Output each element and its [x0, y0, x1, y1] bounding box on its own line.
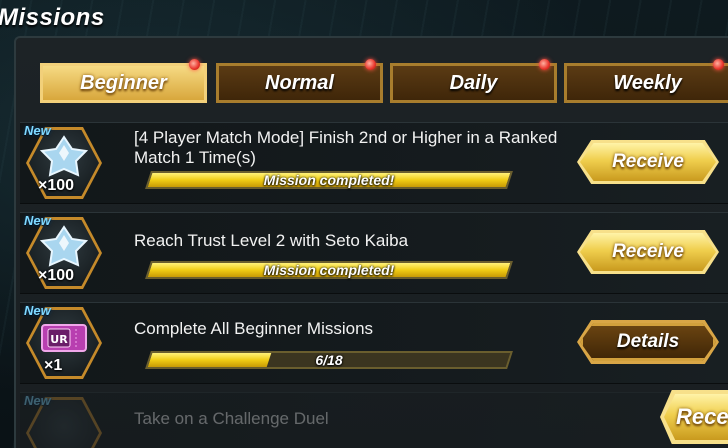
tab-beginner[interactable]: Beginner [40, 59, 207, 103]
tab-weekly[interactable]: Weekly [564, 59, 728, 103]
reward-quantity: ×1 [44, 357, 63, 374]
mission-row: New ×100 Reach Trust Level 2 with Seto K… [20, 212, 728, 294]
receive-button[interactable]: Receive [580, 143, 716, 181]
gem-icon [39, 225, 89, 267]
mission-description: Reach Trust Level 2 with Seto Kaiba [134, 231, 409, 250]
reward-quantity: ×100 [38, 267, 75, 284]
reward-quantity: ×100 [38, 177, 75, 194]
mission-description: [4 Player Match Mode] Finish 2nd or High… [134, 128, 558, 167]
new-badge: New [24, 123, 51, 138]
notification-dot-icon [539, 59, 550, 70]
ur-ticket-icon: UR [41, 324, 87, 352]
mission-description: Take on a Challenge Duel [134, 409, 329, 428]
reward-badge: UR [50, 333, 68, 346]
notification-dot-icon [189, 59, 200, 70]
new-badge: New [24, 393, 51, 408]
gem-icon [39, 135, 89, 177]
tab-label: Normal [265, 71, 334, 94]
receive-button[interactable]: Receive [580, 233, 716, 271]
new-badge: New [24, 213, 51, 228]
tab-daily[interactable]: Daily [390, 59, 557, 103]
new-badge: New [24, 303, 51, 318]
tab-normal[interactable]: Normal [216, 59, 383, 103]
mission-row: UR New ×1 Complete All Beginner Missions… [20, 302, 728, 384]
notification-dot-icon [365, 59, 376, 70]
tab-label: Daily [449, 71, 498, 94]
progress-text: Mission completed! [263, 172, 395, 188]
receive-button[interactable]: Rece [664, 394, 728, 440]
progress-text: Mission completed! [263, 262, 395, 278]
mission-row: New Take on a Challenge Duel [20, 392, 728, 448]
details-button[interactable]: Details [580, 323, 716, 361]
progress-text: 6/18 [315, 352, 343, 368]
page-title: Missions [0, 4, 105, 31]
mission-row: New ×100 [4 Player Match Mode] Finish 2n… [20, 122, 728, 204]
mission-description: Complete All Beginner Missions [134, 319, 374, 338]
tab-label: Beginner [80, 71, 167, 94]
tab-label: Weekly [613, 71, 682, 94]
notification-dot-icon [713, 59, 724, 70]
